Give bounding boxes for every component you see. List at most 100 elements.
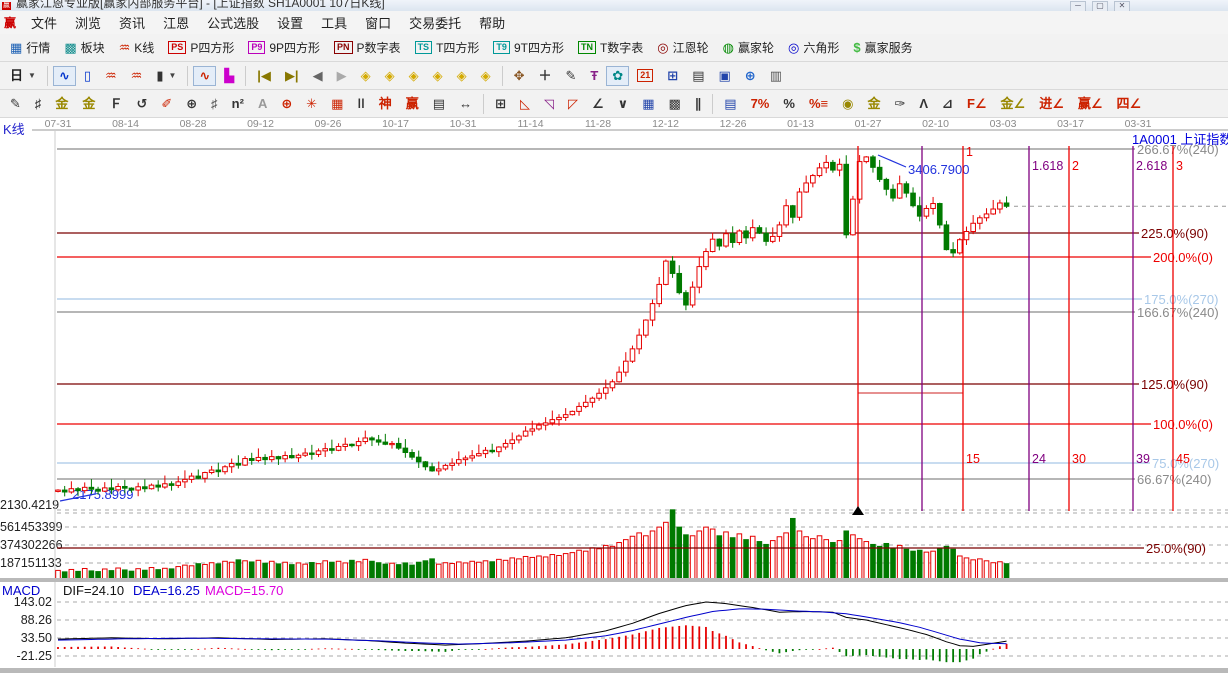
menu-item-settings[interactable]: 设置 [268, 14, 312, 33]
go-first-icon: |◀ [257, 69, 271, 83]
grid-dense-button[interactable]: ♯ [205, 94, 224, 114]
v-lines-button[interactable]: ∨ [612, 94, 635, 114]
step-forward-button[interactable]: ▶ [331, 66, 353, 86]
pan-hand-button[interactable]: ✥ [508, 66, 531, 86]
expand-vertical-button[interactable]: ◈ [427, 66, 449, 86]
ying-tool-button[interactable]: 赢 [400, 94, 425, 114]
gold-angle-button[interactable]: 金∠ [995, 94, 1032, 114]
print-button[interactable]: ▥ [764, 66, 788, 86]
zoom-out-x-button[interactable]: ◈ [355, 66, 377, 86]
mini-chart-3-button[interactable]: ♒ [99, 66, 123, 86]
draw-line-button[interactable]: ✎ [560, 66, 583, 86]
pane-splitter[interactable] [0, 578, 1228, 582]
go-first-button[interactable]: |◀ [251, 66, 277, 86]
chart-area[interactable]: 07-3108-1408-2809-1209-2610-1710-3111-14… [0, 118, 1228, 673]
menu-item-window[interactable]: 窗口 [356, 14, 400, 33]
pencil-red-button[interactable]: ✐ [155, 94, 178, 114]
brush-button[interactable]: ✑ [888, 94, 911, 114]
fan-box-button[interactable]: ◸ [562, 94, 584, 114]
circle-cross-button[interactable]: ⊕ [180, 94, 203, 114]
menu-item-news[interactable]: 资讯 [110, 14, 154, 33]
star-red-button[interactable]: ✳ [300, 94, 323, 114]
kline-chart-canvas[interactable]: 07-3108-1408-2809-1209-2610-1710-3111-14… [0, 118, 1228, 673]
save-button[interactable]: ▣ [712, 66, 736, 86]
menu-item-file[interactable]: 文件 [22, 14, 66, 33]
color-histogram-button[interactable]: ▙ [218, 66, 240, 86]
hexagon-button[interactable]: ◎六角形 [782, 36, 845, 59]
step-back-button[interactable]: ◀ [307, 66, 329, 86]
parallel-lines-button[interactable]: ∥ [689, 94, 708, 114]
t-square-button[interactable]: TST四方形 [409, 36, 486, 59]
si-angle-button[interactable]: 四∠ [1111, 94, 1148, 114]
menu-item-tools[interactable]: 工具 [312, 14, 356, 33]
p-number-table-button[interactable]: PNP数字表 [328, 36, 407, 59]
calendar-button[interactable]: 21 [631, 66, 659, 85]
compress-view-button[interactable]: ◈ [451, 66, 473, 86]
pattern-tool-icon: ✿ [612, 69, 623, 83]
percent-7-button[interactable]: 7% [745, 94, 776, 114]
grid-shift-icon: ▩ [668, 97, 680, 111]
winner-wheel-button[interactable]: ◍赢家轮 [717, 36, 780, 59]
gold-gann-1-button[interactable]: 金 [49, 94, 74, 114]
angle-a-button[interactable]: A [252, 94, 273, 114]
grid-small-button[interactable]: ♯ [29, 94, 48, 114]
grid-shift-button[interactable]: ▩ [662, 94, 686, 114]
calculator-button[interactable]: ⊞ [661, 66, 684, 86]
purple-tool-button[interactable]: Ŧ [584, 66, 604, 86]
angle-lines-button[interactable]: ∠ [586, 94, 610, 114]
bars-small-button[interactable]: ǀǀ [351, 94, 370, 114]
fibonacci-f-button[interactable]: Ｆ [103, 94, 128, 114]
t-number-table-button[interactable]: TNT数字表 [572, 36, 649, 59]
menu-item-trade[interactable]: 交易委托 [400, 14, 470, 33]
sectors-button[interactable]: ▩板块 [58, 36, 110, 59]
gann-wheel-button[interactable]: ◎江恩轮 [651, 36, 714, 59]
coin-circle-button[interactable]: ◉ [836, 94, 859, 114]
menu-item-gann[interactable]: 江恩 [154, 14, 198, 33]
spiral-button[interactable]: ↺ [130, 94, 153, 114]
grid-blue-button[interactable]: ▦ [636, 94, 660, 114]
menu-item-help[interactable]: 帮助 [470, 14, 514, 33]
menu-item-formula-picker[interactable]: 公式选股 [198, 14, 268, 33]
n-square-button[interactable]: n² [226, 94, 250, 114]
go-last-button[interactable]: ▶| [279, 66, 305, 86]
winner-service-button[interactable]: $赢家服务 [847, 36, 918, 59]
gold-gann-2-button[interactable]: 金 [76, 94, 101, 114]
ying-angle-button[interactable]: 赢∠ [1072, 94, 1109, 114]
percent-button[interactable]: % [777, 94, 801, 114]
pattern-tool-button[interactable]: ✿ [606, 66, 629, 86]
9p-square-button[interactable]: P99P四方形 [242, 36, 326, 59]
fan-purple-button[interactable]: ◹ [538, 94, 560, 114]
target-red-button[interactable]: ⊕ [275, 94, 298, 114]
width-measure-button[interactable]: ↔ [453, 94, 478, 114]
period-day-selector-button[interactable]: 日▼ [4, 66, 42, 86]
crosshair-button[interactable]: ＋ [532, 66, 557, 86]
shen-tool-button[interactable]: 神 [373, 94, 398, 114]
9t-square-button[interactable]: T99T四方形 [487, 36, 570, 59]
memo-button[interactable]: ▤ [686, 66, 710, 86]
ruler-123-button[interactable]: ▤ [427, 94, 451, 114]
report-doc-button[interactable]: ▯ [78, 66, 97, 86]
network-button[interactable]: ⊕ [739, 66, 762, 86]
wave-tool-button[interactable]: Λ [913, 94, 934, 114]
pencil-button[interactable]: ✎ [4, 94, 27, 114]
quotes-button[interactable]: ▦行情 [4, 36, 56, 59]
candle-style-selector-button[interactable]: ▮▼ [150, 66, 182, 86]
blue-wave-tool-button[interactable]: ∿ [53, 66, 76, 86]
red-wave-tool-button[interactable]: ∿ [193, 66, 216, 86]
expand-all-button[interactable]: ◈ [475, 66, 497, 86]
mini-chart-9-button[interactable]: ♒ [125, 66, 149, 86]
expand-horizontal-button[interactable]: ◈ [403, 66, 425, 86]
jin-angle-button[interactable]: 进∠ [1033, 94, 1070, 114]
list-blue-button[interactable]: ▤ [718, 94, 742, 114]
right-triangle-button[interactable]: ⊿ [936, 94, 959, 114]
gold-lines-button[interactable]: 金 [861, 94, 886, 114]
box-tool-button[interactable]: ⊞ [489, 94, 512, 114]
f-angle-button[interactable]: F∠ [961, 94, 993, 114]
kline-button[interactable]: ♒K线 [113, 36, 161, 59]
zoom-in-x-button[interactable]: ◈ [379, 66, 401, 86]
grid-red-button[interactable]: ▦ [325, 94, 349, 114]
p-square-button[interactable]: PSP四方形 [162, 36, 240, 59]
percent-lines-button[interactable]: %≡ [803, 94, 834, 114]
menu-item-browse[interactable]: 浏览 [66, 14, 110, 33]
fan-red-button[interactable]: ◺ [514, 94, 536, 114]
